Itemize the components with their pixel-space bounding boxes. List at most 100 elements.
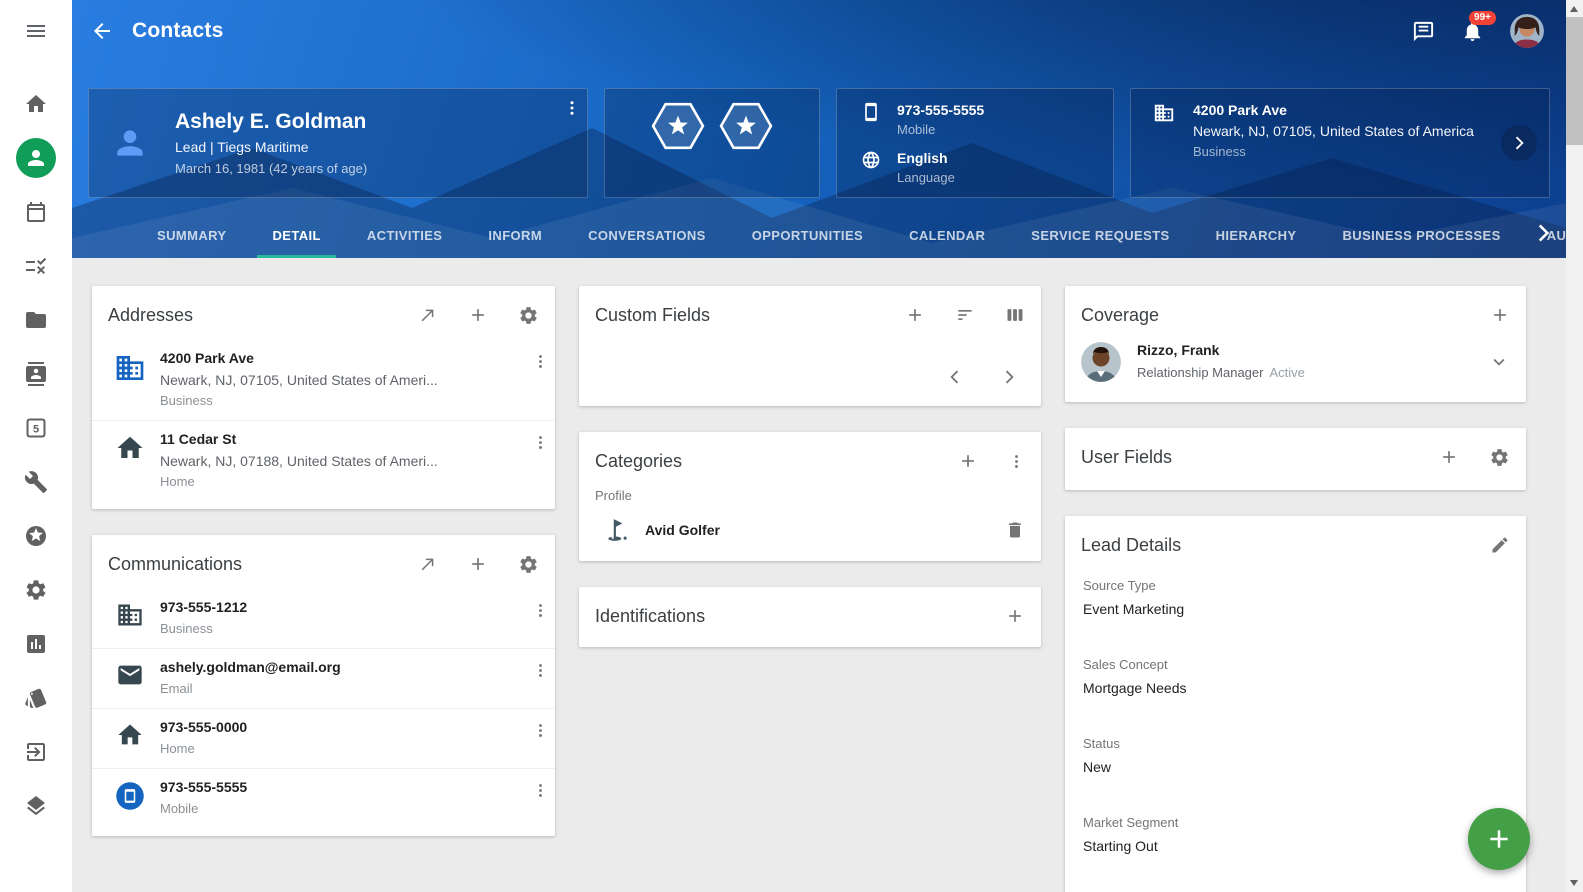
lead-details-title: Lead Details — [1081, 535, 1181, 556]
tab-business-processes[interactable]: BUSINESS PROCESSES — [1320, 212, 1524, 258]
sidebar-item-contacts[interactable] — [16, 138, 56, 178]
chat-icon[interactable] — [1412, 19, 1435, 43]
chevron-down-icon[interactable] — [1488, 351, 1510, 373]
communication-item-menu-icon[interactable] — [532, 659, 549, 681]
addresses-settings-gear-icon[interactable] — [518, 304, 539, 326]
person-icon — [111, 124, 149, 162]
address-list-item[interactable]: 11 Cedar St Newark, NJ, 07188, United St… — [92, 420, 555, 501]
add-fab-button[interactable] — [1468, 808, 1530, 870]
category-group-label: Profile — [579, 486, 1041, 513]
category-item[interactable]: Avid Golfer — [579, 513, 1041, 561]
sidebar-item-tasks[interactable] — [24, 254, 48, 278]
lead-details-card: Lead Details Source Type Event Marketing… — [1065, 516, 1526, 892]
coverage-avatar — [1081, 342, 1121, 382]
delete-category-trash-icon[interactable] — [1005, 519, 1025, 541]
tab-hierarchy[interactable]: HIERARCHY — [1193, 212, 1320, 258]
columns-view-icon[interactable] — [1005, 304, 1025, 326]
communication-list-item[interactable]: 973-555-1212 Business — [92, 589, 555, 648]
hexagon-star-badge-icon — [719, 102, 773, 150]
hamburger-menu-icon[interactable] — [24, 19, 48, 43]
coverage-list-item[interactable]: Rizzo, Frank Relationship ManagerActive — [1065, 340, 1526, 402]
lead-field-value: New — [1083, 759, 1508, 775]
communication-value: 973-555-5555 — [160, 779, 532, 795]
tab-conversations[interactable]: CONVERSATIONS — [565, 212, 729, 258]
profile-menu-button[interactable] — [563, 97, 581, 119]
profile-summary-card[interactable]: Ashely E. Goldman Lead | Tiegs Maritime … — [88, 88, 588, 198]
notifications-bell-icon[interactable]: 99+ — [1461, 19, 1484, 43]
categories-menu-icon[interactable] — [1008, 450, 1025, 472]
lead-field-value: Starting Out — [1083, 838, 1508, 854]
addresses-list: 4200 Park Ave Newark, NJ, 07105, United … — [92, 340, 555, 509]
sort-icon[interactable] — [955, 304, 975, 326]
content-area: Contacts 99+ — [72, 0, 1566, 892]
communication-item-menu-icon[interactable] — [532, 599, 549, 621]
add-address-icon[interactable] — [468, 304, 488, 326]
tabs-overflow-chevron-icon[interactable] — [1530, 220, 1556, 246]
scroll-up-arrow-icon[interactable] — [1570, 6, 1578, 12]
user-fields-settings-gear-icon[interactable] — [1489, 446, 1510, 468]
address-list-item[interactable]: 4200 Park Ave Newark, NJ, 07105, United … — [92, 340, 555, 420]
back-arrow-icon[interactable] — [90, 19, 114, 43]
smartphone-icon — [861, 102, 881, 122]
communication-list-item[interactable]: 973-555-0000 Home — [92, 708, 555, 768]
user-avatar[interactable] — [1510, 14, 1544, 48]
sidebar-item-badges[interactable] — [24, 524, 48, 548]
sidebar-item-settings[interactable] — [24, 578, 48, 602]
vertical-scrollbar[interactable] — [1566, 0, 1583, 892]
tab-detail[interactable]: DETAIL — [249, 212, 343, 258]
primary-address-text: 4200 Park Ave Newark, NJ, 07105, United … — [1193, 102, 1474, 159]
profile-text-block: Ashely E. Goldman Lead | Tiegs Maritime … — [175, 110, 367, 176]
edit-pencil-icon[interactable] — [1490, 534, 1510, 556]
tab-opportunities[interactable]: OPPORTUNITIES — [729, 212, 886, 258]
communication-list-item[interactable]: ashely.goldman@email.org Email — [92, 648, 555, 708]
sidebar-item-calendar[interactable] — [24, 200, 48, 224]
add-category-icon[interactable] — [958, 450, 978, 472]
open-communications-icon[interactable] — [418, 553, 438, 575]
tab-service-requests[interactable]: SERVICE REQUESTS — [1008, 212, 1192, 258]
communication-item-menu-icon[interactable] — [532, 779, 549, 801]
sidebar-item-layers[interactable] — [24, 794, 48, 818]
chevron-right-icon[interactable] — [1501, 125, 1537, 161]
categories-card: Categories Profile Avid Golfer — [579, 432, 1041, 561]
tab-inform[interactable]: INFORM — [465, 212, 565, 258]
tab-summary[interactable]: SUMMARY — [134, 212, 249, 258]
open-addresses-icon[interactable] — [418, 304, 438, 326]
primary-phone-row: 973-555-5555 Mobile — [861, 102, 1089, 137]
address-line1: 11 Cedar St — [160, 431, 532, 447]
add-custom-field-icon[interactable] — [905, 304, 925, 326]
sidebar-item-contact-card[interactable] — [24, 362, 48, 386]
add-user-field-icon[interactable] — [1439, 446, 1459, 468]
address-item-menu-icon[interactable] — [532, 350, 549, 372]
add-identification-icon[interactable] — [1005, 605, 1025, 627]
address-line2: Newark, NJ, 07105, United States of Amer… — [1193, 123, 1474, 139]
sidebar-item-home[interactable] — [24, 92, 48, 116]
chevron-right-icon[interactable] — [999, 366, 1019, 388]
sidebar-item-tools[interactable] — [24, 470, 48, 494]
chevron-left-icon[interactable] — [945, 366, 965, 388]
sidebar-item-tags[interactable] — [24, 686, 48, 710]
column-1: Addresses 4200 Park Ave Newark, — [92, 286, 555, 836]
user-fields-card: User Fields — [1065, 428, 1526, 490]
communication-list-item[interactable]: 973-555-5555 Mobile — [92, 768, 555, 828]
communications-settings-gear-icon[interactable] — [518, 553, 539, 575]
language-value: English — [897, 150, 955, 166]
lead-field-label: Source Type — [1083, 578, 1508, 593]
primary-address-card[interactable]: 4200 Park Ave Newark, NJ, 07105, United … — [1130, 88, 1550, 198]
contact-methods-card[interactable]: 973-555-5555 Mobile English Language — [836, 88, 1114, 198]
add-communication-icon[interactable] — [468, 553, 488, 575]
address-item-menu-icon[interactable] — [532, 431, 549, 453]
sidebar-item-analytics[interactable] — [24, 632, 48, 656]
sidebar-item-folder[interactable] — [24, 308, 48, 332]
badges-card[interactable] — [604, 88, 820, 198]
scroll-down-arrow-icon[interactable] — [1570, 880, 1578, 886]
scrollbar-thumb[interactable] — [1566, 17, 1583, 145]
sidebar-item-signin[interactable] — [24, 740, 48, 764]
tab-calendar[interactable]: CALENDAR — [886, 212, 1008, 258]
communication-item-menu-icon[interactable] — [532, 719, 549, 741]
coverage-status: Active — [1269, 365, 1304, 380]
address-type-label: Business — [160, 393, 532, 408]
communication-value: 973-555-0000 — [160, 719, 532, 735]
add-coverage-icon[interactable] — [1490, 304, 1510, 326]
tab-activities[interactable]: ACTIVITIES — [344, 212, 466, 258]
sidebar-item-number5[interactable]: 5 — [24, 416, 48, 440]
